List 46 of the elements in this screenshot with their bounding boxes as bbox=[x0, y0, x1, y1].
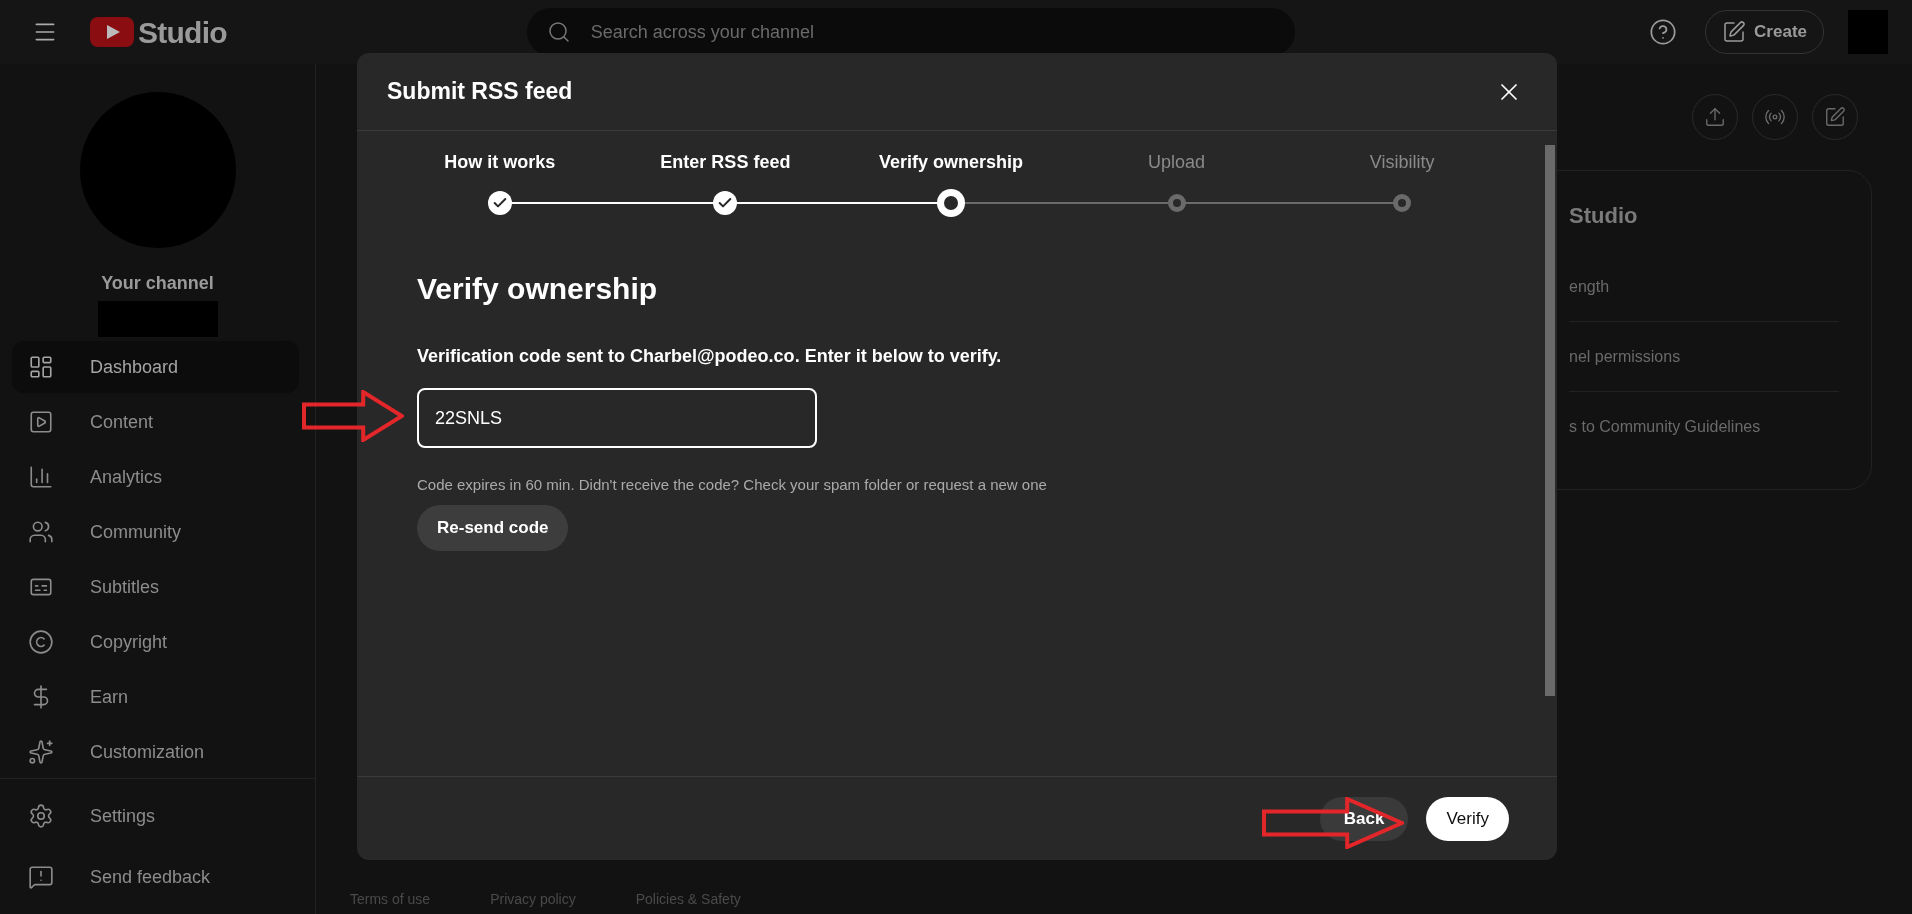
settings-icon bbox=[28, 803, 54, 829]
verify-button[interactable]: Verify bbox=[1426, 796, 1509, 841]
feedback-icon bbox=[28, 864, 54, 890]
step-tab[interactable]: Visibility bbox=[1289, 149, 1515, 216]
sidebar-item[interactable]: Dashboard bbox=[12, 341, 299, 393]
channel-label: Your channel bbox=[101, 272, 214, 295]
instruction-text: Verification code sent to Charbel@podeo.co. Enter it below to verify. bbox=[417, 345, 1002, 368]
search-field[interactable]: Search across your channel bbox=[526, 8, 1295, 56]
help-icon[interactable] bbox=[1649, 18, 1678, 46]
step-tab[interactable]: Verify ownership bbox=[838, 149, 1064, 216]
card-link[interactable]: nel permissions bbox=[1569, 344, 1681, 369]
copyright-icon bbox=[28, 629, 54, 655]
hint-text: Code expires in 60 min. Didn't receive the code? Check your spam folder or request a new one bbox=[417, 475, 1047, 495]
sidebar-item[interactable]: Send feedback bbox=[12, 848, 299, 906]
upload-icon bbox=[1704, 106, 1726, 128]
check-icon bbox=[487, 191, 512, 215]
sidebar-item[interactable]: Customization bbox=[12, 726, 299, 778]
sidebar-item[interactable]: Settings bbox=[12, 787, 299, 845]
dialog-title: Submit RSS feed bbox=[387, 77, 573, 107]
check-icon bbox=[713, 191, 738, 215]
sidebar-item[interactable]: Earn bbox=[12, 671, 299, 723]
sidebar-item[interactable]: Copyright bbox=[12, 616, 299, 668]
card-link[interactable]: ength bbox=[1569, 274, 1610, 299]
create-icon bbox=[1722, 20, 1747, 44]
step-tab[interactable]: Enter RSS feed bbox=[612, 149, 839, 216]
step-tab[interactable]: Upload bbox=[1063, 149, 1290, 216]
dashboard-icon bbox=[28, 354, 54, 380]
card-title: Studio bbox=[1569, 202, 1639, 230]
sidebar-item[interactable]: Analytics bbox=[12, 451, 299, 503]
pencil-icon bbox=[1824, 106, 1846, 128]
sidebar-item[interactable]: Subtitles bbox=[12, 561, 299, 613]
logo-text: Studio bbox=[138, 14, 227, 51]
step-tab[interactable]: How it works bbox=[387, 149, 613, 216]
section-heading: Verify ownership bbox=[417, 271, 658, 307]
bar-chart-icon bbox=[28, 464, 54, 490]
play-logo-icon bbox=[90, 17, 134, 47]
scrollbar[interactable] bbox=[1545, 145, 1555, 696]
sidebar-item[interactable]: Content bbox=[12, 396, 299, 448]
code-field[interactable]: 22SNLS bbox=[417, 388, 817, 448]
people-icon bbox=[28, 519, 54, 545]
sparkle-icon bbox=[28, 739, 54, 765]
resend-button[interactable]: Re-send code bbox=[417, 504, 569, 551]
card-link[interactable]: s to Community Guidelines bbox=[1569, 415, 1761, 439]
search-icon bbox=[546, 20, 571, 44]
video-stack-icon bbox=[28, 409, 54, 435]
sidebar-item[interactable]: Community bbox=[12, 506, 299, 558]
